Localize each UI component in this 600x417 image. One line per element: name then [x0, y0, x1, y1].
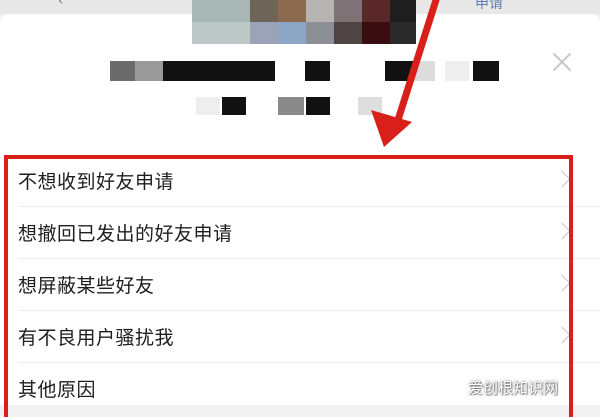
watermark: 爱创根知识网 — [468, 379, 559, 397]
apply-link[interactable]: 申请 — [475, 0, 503, 13]
back-button[interactable]: ‹ — [58, 0, 64, 9]
close-icon[interactable] — [551, 51, 573, 73]
